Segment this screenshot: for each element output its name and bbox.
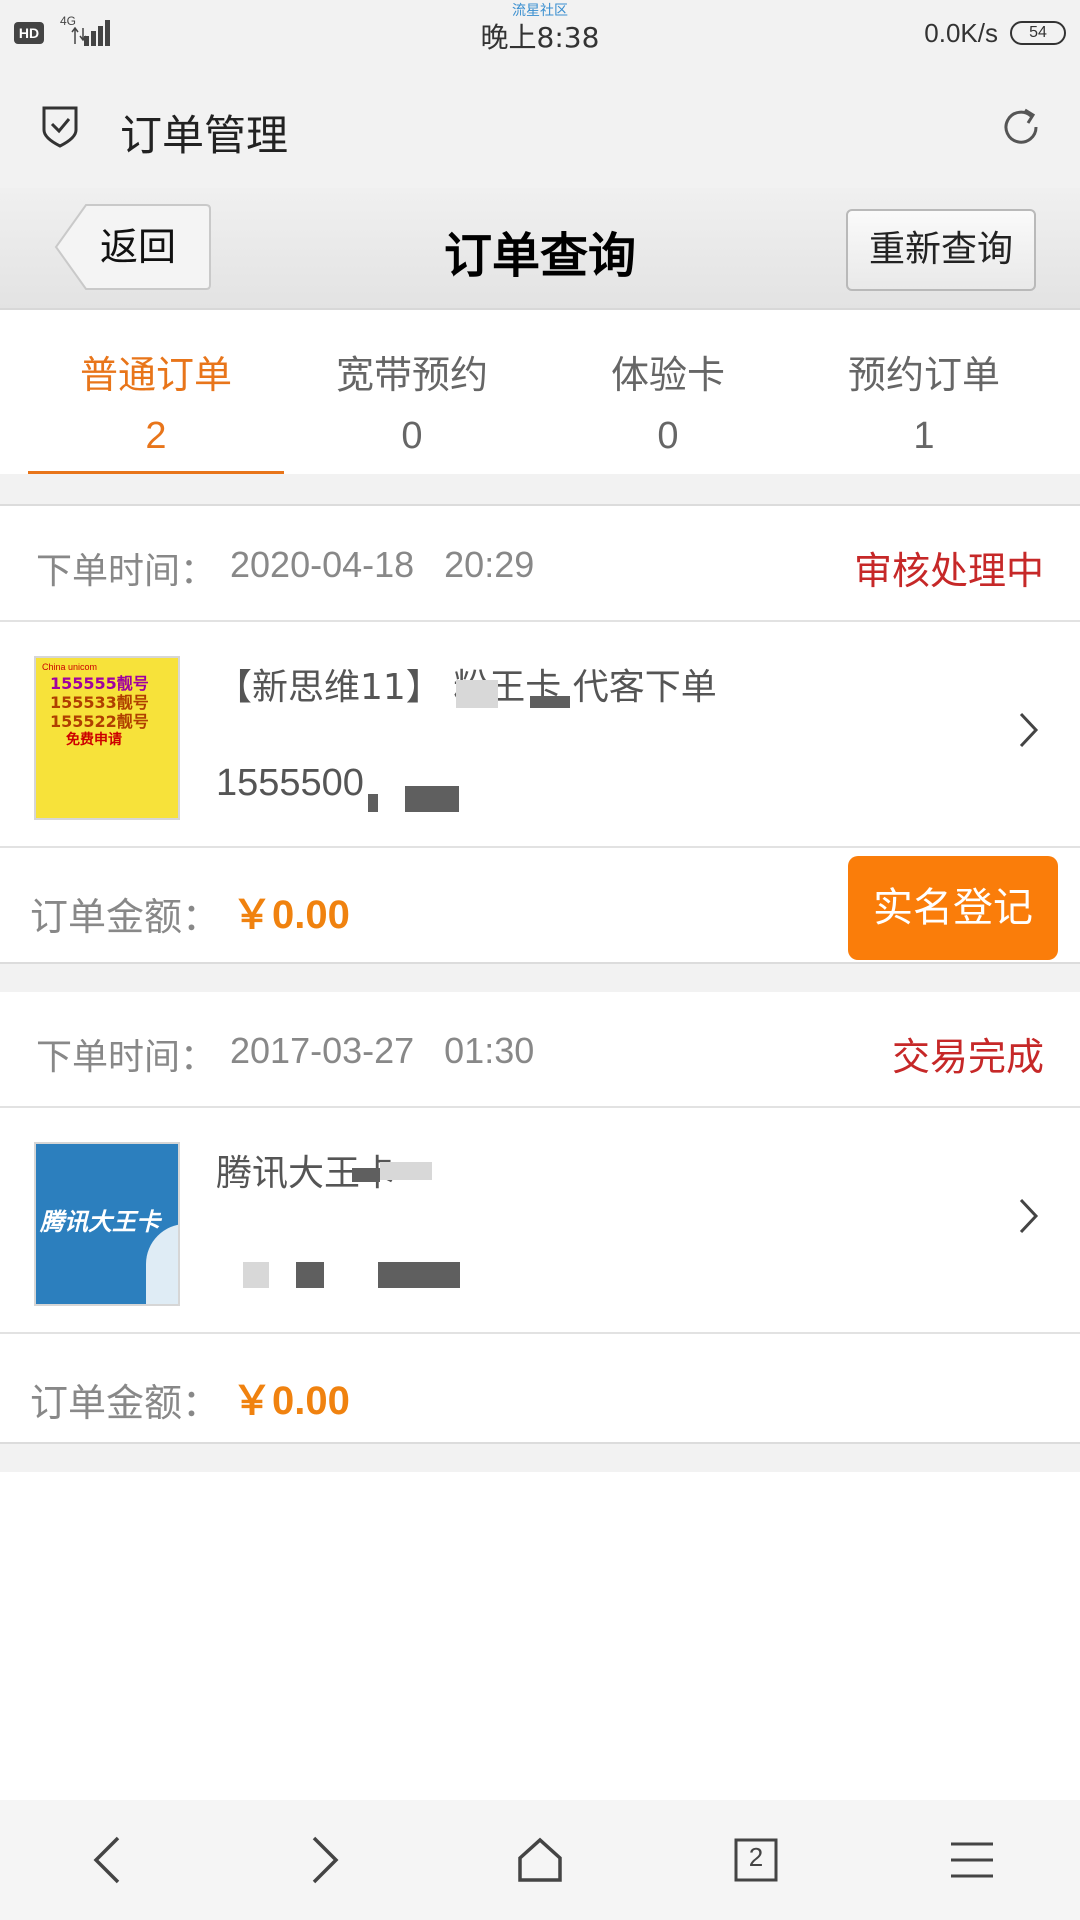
app-bar: 订单管理 [0,66,1080,188]
order-footer: 订单金额： ￥0.00 实名登记 [0,848,1080,962]
order-time-label: 下单时间： [36,1037,217,1078]
chevron-right-icon [1019,1198,1039,1234]
redaction-block [405,786,459,812]
app-title: 订单管理 [120,111,289,160]
page-header: 返回 订单查询 重新查询 [0,188,1080,310]
unicom-logo: China unicom [42,662,98,672]
section-divider [0,474,1080,506]
order-status: 审核处理中 [853,549,1044,593]
tab-label: 普通订单 [79,353,232,397]
tab-label: 体验卡 [610,353,725,397]
status-bar: HD 4G 流星社区 晚上8:38 0.0K/s 54 [0,0,1080,66]
thumb-line: 免费申请 [66,732,122,748]
thumb-text: 腾讯大王卡 [40,1208,160,1236]
product-thumbnail: 腾讯大王卡 [34,1142,180,1306]
forward-icon[interactable] [284,1820,364,1900]
order-amount-label: 订单金额： [30,895,221,939]
tab-label: 宽带预约 [335,353,488,397]
order-header: 下单时间： 2017-03-27 01:30 交易完成 [0,992,1080,1108]
hamburger-icon [951,1842,993,1878]
order-product-row[interactable]: 腾讯大王卡 腾讯大王卡 [0,1108,1080,1334]
home-icon[interactable] [500,1820,580,1900]
section-divider [0,962,1080,996]
house-icon [518,1837,562,1882]
tab-count: 0 [401,415,423,457]
redaction-block [368,794,378,812]
tab-count: 2 [145,415,167,457]
thumb-line: 155533靓号 [50,693,149,712]
product-number: 1555500 [216,762,364,804]
order-amount: ￥0.00 [232,893,350,937]
redaction-block [296,1262,324,1288]
tabs-icon[interactable]: 2 [716,1820,796,1900]
redaction-block [380,1162,432,1180]
redaction-block [456,680,498,708]
menu-icon[interactable] [932,1820,1012,1900]
order-time-label: 下单时间： [36,551,217,592]
order-card: 下单时间： 2017-03-27 01:30 交易完成 腾讯大王卡 腾讯大王卡 … [0,992,1080,1448]
tab-normal-orders[interactable]: 普通订单 2 [28,310,284,474]
shield-icon [42,106,78,148]
redaction-block [352,1168,380,1182]
back-arrow-icon [93,1836,120,1884]
tab-label: 预约订单 [847,353,1000,397]
order-product-row[interactable]: China unicom 155555靓号 155533靓号 155522靓号 … [0,622,1080,848]
order-footer: 订单金额： ￥0.00 [0,1334,1080,1448]
order-card: 下单时间： 2020-04-18 20:29 审核处理中 China unico… [0,506,1080,962]
product-thumbnail: China unicom 155555靓号 155533靓号 155522靓号 … [34,656,180,820]
tab-reservation-orders[interactable]: 预约订单 1 [796,310,1052,474]
tab-count: 0 [657,415,679,457]
tab-trial-card[interactable]: 体验卡 0 [540,310,796,474]
battery-indicator: 54 [1010,21,1066,45]
thumb-line: 155522靓号 [50,712,149,731]
tab-broadband-booking[interactable]: 宽带预约 0 [284,310,540,474]
redaction-block [378,1262,460,1288]
redaction-block [243,1262,269,1288]
tabs-count: 2 [748,1842,764,1872]
order-amount: ￥0.00 [232,1379,350,1423]
clock: 晚上8:38 [480,21,600,54]
forward-arrow-icon [312,1836,339,1884]
order-status: 交易完成 [891,1035,1044,1079]
browser-bottom-nav: 2 [0,1800,1080,1920]
tab-count: 1 [913,415,935,457]
order-time: 2020-04-18 20:29 [230,544,535,585]
network-speed: 0.0K/s [924,18,998,48]
real-name-register-button[interactable]: 实名登记 [848,856,1058,960]
redaction-block [530,696,570,708]
back-icon[interactable] [68,1820,148,1900]
chevron-right-icon [1019,712,1039,748]
requery-button[interactable]: 重新查询 [846,209,1036,291]
thumb-line: 155555靓号 [50,674,149,693]
order-amount-label: 订单金额： [30,1381,221,1425]
order-tabs: 普通订单 2 宽带预约 0 体验卡 0 预约订单 1 [28,310,1052,474]
section-divider [0,1442,1080,1472]
order-header: 下单时间： 2020-04-18 20:29 审核处理中 [0,506,1080,622]
order-time: 2017-03-27 01:30 [230,1030,535,1071]
refresh-icon[interactable] [998,104,1044,150]
